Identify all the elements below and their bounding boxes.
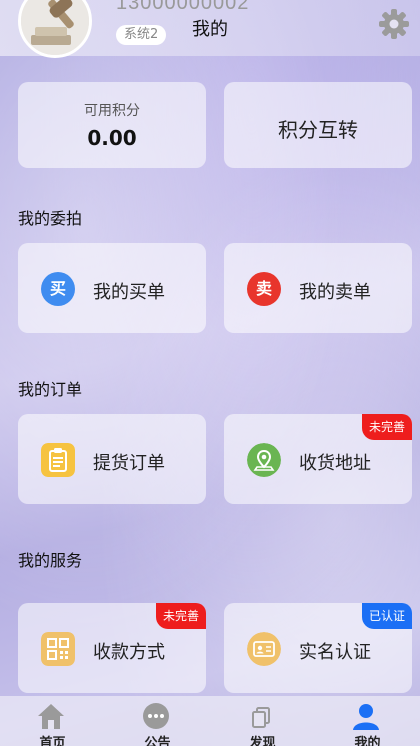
sell-icon: 卖 (247, 272, 281, 306)
real-name-verification-button[interactable]: 实名认证 已认证 (224, 603, 412, 693)
shipping-address-label: 收货地址 (299, 453, 371, 474)
section-title-orders: 我的订单 (18, 380, 83, 399)
bottom-tab-bar: 首页 公告 发现 我的 (0, 696, 420, 746)
tab-mine-label: 我的 (354, 736, 381, 746)
tab-announcements[interactable]: 公告 (105, 696, 210, 746)
payment-method-label: 收款方式 (93, 642, 165, 663)
buy-icon: 买 (41, 272, 75, 306)
qr-code-icon (41, 632, 75, 666)
points-transfer-button[interactable]: 积分互转 (224, 82, 412, 168)
location-pin-icon (247, 443, 281, 477)
pickup-orders-label: 提货订单 (93, 453, 165, 474)
points-transfer-label: 积分互转 (278, 118, 358, 142)
my-buy-orders-label: 我的买单 (93, 282, 165, 303)
tab-home[interactable]: 首页 (0, 696, 105, 746)
tab-home-label: 首页 (39, 736, 66, 746)
status-badge: 未完善 (361, 414, 412, 440)
user-icon (353, 704, 379, 730)
id-card-icon (247, 632, 281, 666)
available-points-card[interactable]: 可用积分 0.00 (18, 82, 206, 168)
real-name-verification-label: 实名认证 (299, 642, 371, 663)
status-badge: 未完善 (155, 603, 206, 629)
gear-icon[interactable] (378, 8, 410, 40)
copy-pages-icon (252, 707, 270, 728)
my-sell-orders-button[interactable]: 卖 我的卖单 (224, 243, 412, 333)
my-sell-orders-label: 我的卖单 (299, 282, 371, 303)
section-title-services: 我的服务 (18, 551, 83, 570)
shipping-address-button[interactable]: 收货地址 未完善 (224, 414, 412, 504)
points-value: 0.00 (87, 126, 137, 150)
status-badge: 已认证 (361, 603, 412, 629)
clipboard-icon (41, 443, 75, 477)
chat-bubble-icon (143, 703, 169, 729)
profile-header: 13000000002 系统2 我的 (0, 0, 420, 58)
my-buy-orders-button[interactable]: 买 我的买单 (18, 243, 206, 333)
section-title-commission: 我的委拍 (18, 209, 83, 228)
tab-mine[interactable]: 我的 (315, 696, 420, 746)
points-label: 可用积分 (84, 103, 140, 119)
home-icon (38, 704, 64, 729)
phone-number: 13000000002 (116, 0, 250, 14)
tab-announcements-label: 公告 (144, 736, 171, 746)
payment-method-button[interactable]: 收款方式 未完善 (18, 603, 206, 693)
page-title: 我的 (192, 19, 228, 40)
tab-discover-label: 发现 (249, 736, 276, 746)
pickup-orders-button[interactable]: 提货订单 (18, 414, 206, 504)
tab-discover[interactable]: 发现 (210, 696, 315, 746)
